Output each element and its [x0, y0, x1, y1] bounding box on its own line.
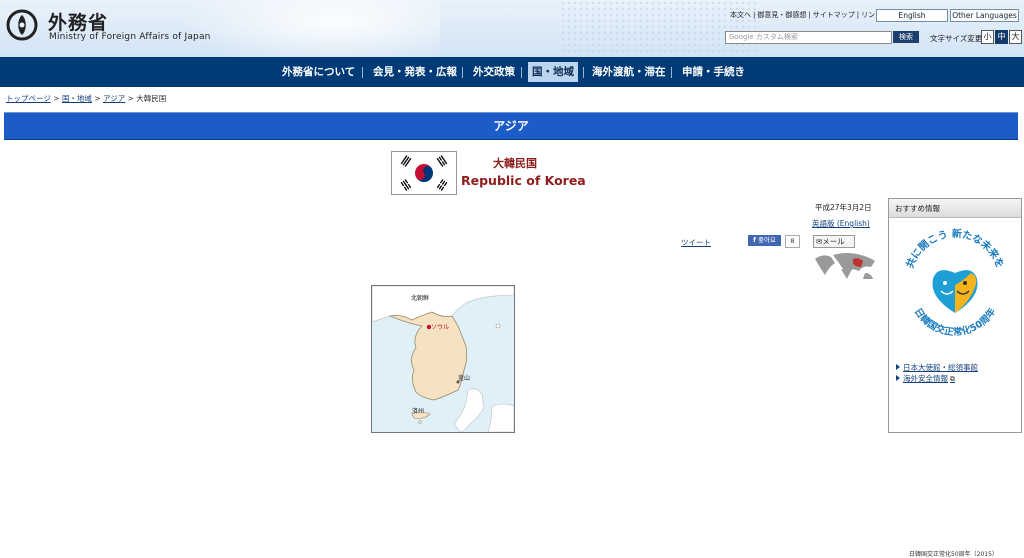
- recommend-heading: おすすめ情報: [889, 199, 1021, 218]
- util-link-feedback[interactable]: 御意見・御感想: [755, 11, 808, 19]
- region-title-bar: アジア: [4, 112, 1018, 140]
- facebook-like-label: 좋아요: [757, 236, 776, 244]
- map-label-seoul: ソウル: [431, 324, 450, 331]
- breadcrumb: トップページ > 国・地域 > アジア > 大韓民国: [6, 93, 166, 104]
- map-label-jeju: 済州: [412, 408, 425, 415]
- korea-map-graphic: [372, 286, 514, 432]
- site-logo-subtitle[interactable]: Ministry of Foreign Affairs of Japan: [49, 32, 211, 42]
- header-dot-pattern: [560, 0, 760, 57]
- japan-korea-50th-banner[interactable]: 共に開こう 新たな未来を 日韓国交正常化50周年: [895, 221, 1015, 347]
- site-logo-title[interactable]: 外務省: [48, 8, 108, 35]
- map-label-busan: 釜山: [458, 375, 471, 382]
- nav-item-about[interactable]: 外務省について: [282, 57, 355, 87]
- header-globe-decoration: [180, 0, 440, 57]
- font-size-medium-button[interactable]: 中: [995, 30, 1008, 44]
- facebook-like-count: 8: [785, 235, 800, 248]
- update-date: 平成27年3月2日: [815, 203, 872, 212]
- font-size-large-button[interactable]: 大: [1009, 30, 1022, 44]
- korea-flag-icon: [391, 151, 457, 195]
- english-button[interactable]: English: [876, 9, 948, 22]
- mofa-logo-icon[interactable]: [6, 9, 38, 41]
- nav-item-procedures[interactable]: 申請・手続き: [682, 57, 745, 87]
- embassy-link[interactable]: 日本大使館・総領事館: [896, 362, 978, 373]
- util-link-sitemap[interactable]: サイトマップ: [811, 11, 857, 19]
- overseas-safety-link[interactable]: 海外安全情報 ⧉: [896, 373, 955, 384]
- country-name-japanese: 大韓民国: [493, 157, 537, 170]
- site-header: [0, 0, 1024, 57]
- breadcrumb-current: 大韓民国: [136, 94, 167, 103]
- font-size-label: 文字サイズ変更: [930, 34, 983, 43]
- nav-item-policy[interactable]: 外交政策: [473, 57, 515, 87]
- country-name-english: Republic of Korea: [461, 173, 586, 188]
- map-label-north: 北朝鮮: [411, 295, 430, 302]
- search-input[interactable]: Google カスタム検索: [725, 31, 892, 44]
- facebook-icon: f: [753, 236, 756, 244]
- embassy-link-label: 日本大使館・総領事館: [903, 363, 978, 372]
- breadcrumb-separator: >: [127, 94, 134, 103]
- nav-item-countries[interactable]: 国・地域: [528, 62, 578, 82]
- world-map-locator-icon: [815, 253, 875, 279]
- breadcrumb-separator: >: [53, 94, 60, 103]
- nav-separator: [521, 67, 522, 78]
- nav-separator: [671, 67, 672, 78]
- util-link-body[interactable]: 本文へ: [728, 11, 753, 19]
- tweet-link[interactable]: ツイート: [681, 237, 711, 248]
- arrow-right-icon: [896, 364, 900, 370]
- search-button[interactable]: 検索: [893, 31, 919, 43]
- nav-item-overseas[interactable]: 海外渡航・滞在: [592, 57, 666, 87]
- global-nav: 外務省について 会見・発表・広報 外交政策 国・地域 海外渡航・滞在 申請・手続…: [0, 57, 1024, 87]
- nav-item-press[interactable]: 会見・発表・広報: [373, 57, 457, 87]
- nav-separator: [362, 67, 363, 78]
- breadcrumb-link-regions[interactable]: 国・地域: [62, 94, 92, 103]
- banner-slogan: 共に開こう 新たな未来を: [903, 227, 1006, 270]
- other-languages-button[interactable]: Other Languages: [950, 9, 1019, 22]
- nav-separator: [462, 67, 463, 78]
- breadcrumb-link-asia[interactable]: アジア: [103, 94, 125, 103]
- korea-map: [371, 285, 515, 433]
- mail-share-label: メール: [822, 237, 845, 246]
- external-window-icon: ⧉: [950, 375, 955, 383]
- english-version-link[interactable]: 英語版 (English): [812, 218, 870, 229]
- banner-caption: 日韓国交正常化50周年（2015）: [909, 551, 998, 558]
- recommend-panel: おすすめ情報 共に開こう 新たな未来を 日韓国交正常化50周年 日韓国交正常化5…: [888, 198, 1022, 558]
- overseas-safety-link-label: 海外安全情報: [903, 374, 948, 383]
- breadcrumb-separator: >: [94, 94, 101, 103]
- utility-links: 本文へ|御意見・御感想|サイトマップ|リンク集: [728, 10, 891, 20]
- svg-text:共に開こう 新たな未来を: 共に開こう 新たな未来を: [903, 227, 1006, 270]
- font-size-small-button[interactable]: 小: [981, 30, 994, 44]
- mail-share-button[interactable]: ✉メール: [813, 235, 855, 248]
- facebook-like-button[interactable]: f 좋아요: [748, 235, 781, 246]
- breadcrumb-link-top[interactable]: トップページ: [6, 94, 51, 103]
- nav-separator: [583, 67, 584, 78]
- arrow-right-icon: [896, 375, 900, 381]
